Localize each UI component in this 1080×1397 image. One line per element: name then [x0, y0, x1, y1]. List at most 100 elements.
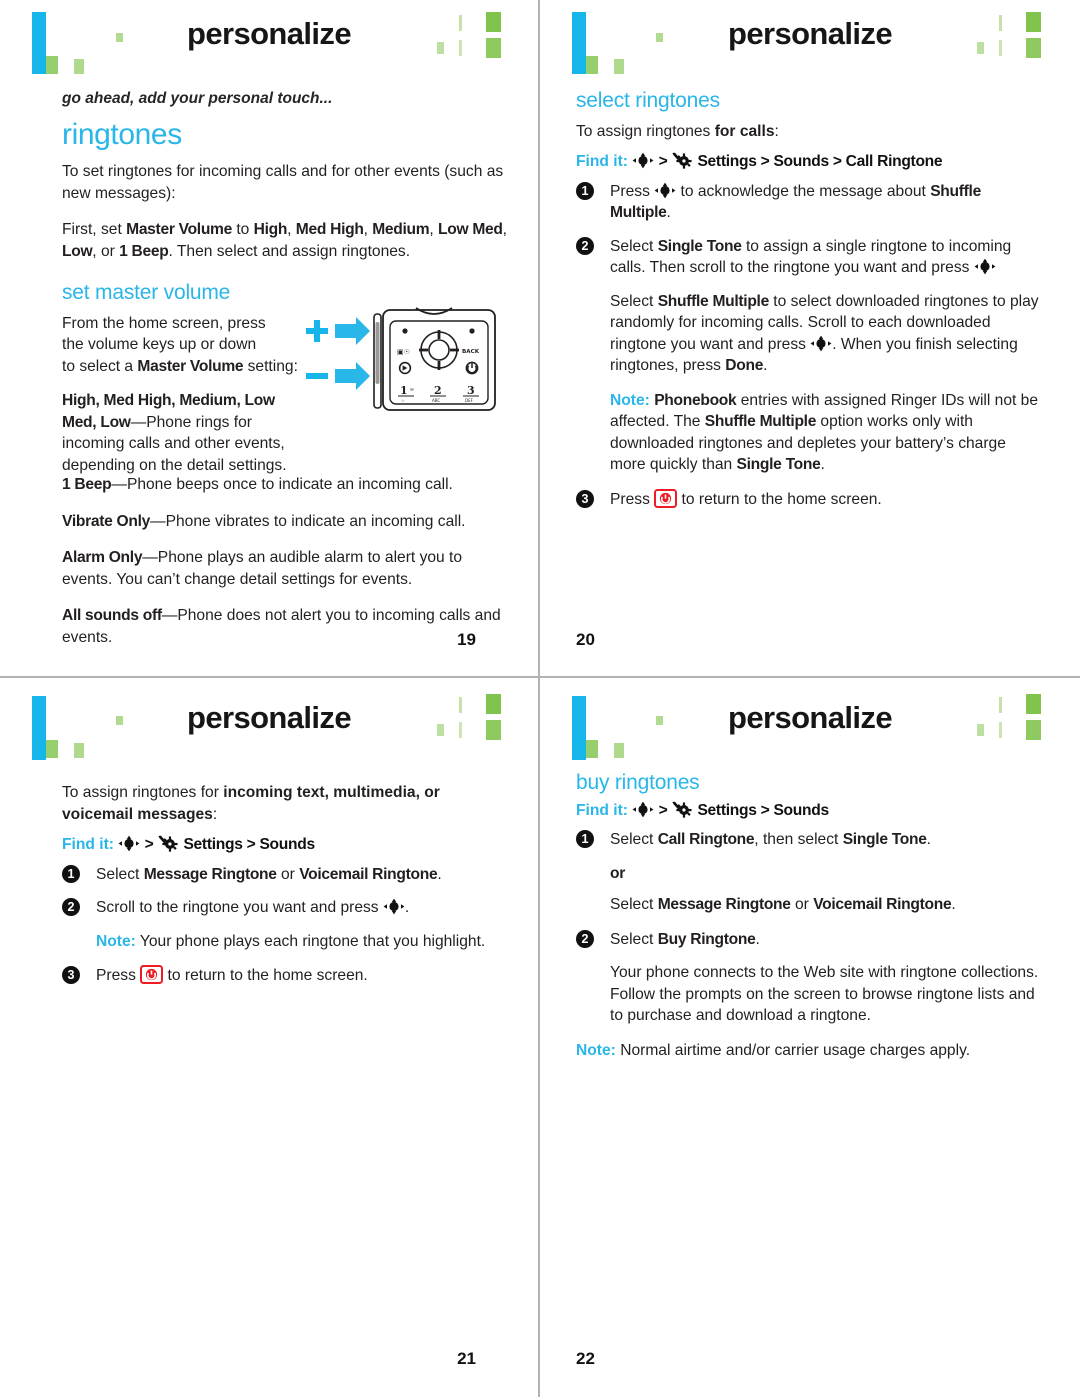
or-text: or: [610, 864, 625, 882]
svg-text:2: 2: [434, 384, 442, 397]
definition-term: All sounds off: [62, 607, 162, 624]
page-header: personalize: [0, 678, 538, 764]
find-it-path-row: Find it: > Settings > Sounds: [62, 835, 315, 853]
term-medium: Medium: [372, 221, 430, 238]
step-number: 1: [576, 181, 594, 200]
header-green-square: [586, 56, 598, 74]
step-number: 3: [576, 489, 594, 508]
nav-key-icon: [632, 801, 654, 817]
definition-text: —Phone beeps once to indicate an incomin…: [111, 476, 453, 493]
step-number: 2: [62, 898, 80, 916]
text-run: , or: [92, 242, 120, 260]
header-green-square: [74, 743, 84, 758]
master-volume-paragraph: First, set Master Volume to High, Med Hi…: [62, 221, 507, 260]
volume-up-icon: [306, 320, 328, 342]
header-green-square: [614, 59, 624, 74]
manual-sheet: personalize go ahead, add your personal …: [0, 0, 1080, 1397]
camera-key-icon: ▣☉: [397, 348, 410, 356]
page-number: 22: [576, 1349, 595, 1368]
emphasis-for-calls: for calls: [714, 122, 775, 140]
step-item: 1 Select Call Ringtone, then select Sing…: [576, 829, 1040, 851]
term-phonebook: Phonebook: [654, 391, 737, 409]
term-shuffle-multiple: Shuffle Multiple: [704, 413, 817, 430]
term-voicemail-ringtone: Voicemail Ringtone: [813, 896, 952, 913]
text-run: .: [763, 357, 768, 374]
subsection-heading: select ringtones: [576, 89, 720, 112]
text-run: Select: [96, 865, 144, 883]
settings-gear-icon: [158, 835, 178, 852]
nav-key-icon: [632, 152, 654, 169]
text-run: Select: [610, 831, 658, 848]
nav-key-icon: [118, 835, 140, 852]
step-number: 1: [62, 864, 80, 883]
note-text: Normal airtime and/or carrier usage char…: [615, 1041, 971, 1059]
keypad-number-row: 1 ✉ ☆ 2 ABC 3 DEF: [398, 384, 479, 403]
shuffle-multiple-paragraph: Select Shuffle Multiple to select downlo…: [576, 291, 1040, 377]
svg-text:1: 1: [400, 384, 408, 397]
definition-alarm-only: Alarm Only—Phone plays an audible alarm …: [62, 547, 508, 590]
section-heading: ringtones: [62, 117, 182, 151]
arrow-right-icon: [335, 362, 370, 390]
volume-instruction: From the home screen, press the volume k…: [62, 313, 302, 378]
settings-gear-icon: [672, 152, 692, 169]
step-item: 3 Press to return to the home screen.: [576, 488, 1040, 511]
steps-list: 1 Press to acknowledge the message about…: [576, 181, 1040, 279]
page-body: To assign ringtones for incoming text, m…: [0, 782, 538, 987]
term-med-high: Med High: [295, 221, 364, 238]
text-run: to select a: [62, 357, 138, 375]
text-run: to: [232, 221, 254, 238]
page-number: 20: [576, 630, 595, 649]
header-green-square: [46, 56, 58, 74]
manual-page-21: personalize To assign ringtones for inco…: [0, 678, 540, 1397]
term-message-ringtone: Message Ringtone: [657, 896, 791, 913]
text-run: or: [276, 865, 300, 883]
svg-text:ABC: ABC: [432, 398, 440, 403]
definition-all-sounds-off: All sounds off—Phone does not alert you …: [62, 605, 508, 648]
header-green-square: [74, 59, 84, 74]
steps-list-continued: 3 Press to return to the home screen.: [576, 488, 1040, 511]
text-run: the volume keys up or down: [62, 336, 257, 353]
power-end-key-icon: [140, 965, 164, 984]
svg-text:✉: ✉: [410, 388, 414, 393]
page-title: personalize: [728, 700, 893, 735]
term-message-ringtone: Message Ringtone: [143, 865, 277, 883]
find-it-path-row: Find it: > Settings > Sounds: [576, 801, 829, 819]
page-header: personalize: [540, 678, 1080, 764]
page-number: 19: [457, 630, 476, 649]
step-item: 2 Select Single Tone to assign a single …: [576, 236, 1040, 279]
find-it-label: Find it:: [576, 153, 628, 170]
note-label: Note:: [610, 391, 650, 409]
subsection-heading: set master volume: [62, 281, 231, 304]
arrow-right-icon: [335, 317, 370, 345]
volume-down-icon: [306, 373, 328, 379]
text-run: to return to the home screen.: [163, 967, 368, 984]
step-item: 2 Scroll to the ringtone you want and pr…: [62, 897, 508, 919]
find-it-path: Settings > Sounds: [697, 801, 829, 819]
term-single-tone: Single Tone: [736, 456, 821, 473]
term-single-tone: Single Tone: [842, 831, 927, 848]
text-run: . Then select and assign ringtones.: [168, 242, 411, 260]
term-done: Done: [725, 357, 764, 374]
manual-page-20: personalize select ringtones To assign r…: [540, 0, 1080, 678]
term-call-ringtone: Call Ringtone: [657, 831, 755, 848]
text-run: Scroll to the ringtone you want and pres…: [96, 899, 383, 916]
term-low: Low: [62, 242, 93, 260]
power-end-key-icon: [654, 488, 678, 508]
text-run: to return to the home screen.: [677, 490, 882, 508]
text-run: To assign ringtones for: [62, 784, 224, 801]
step-number: 3: [62, 966, 80, 984]
text-run: setting:: [243, 357, 298, 375]
text-run: .: [926, 831, 931, 848]
nav-key-icon: [383, 898, 405, 915]
text-run: .: [404, 899, 410, 916]
header-green-square: [614, 743, 624, 758]
term-high: High: [253, 221, 288, 238]
term-1-beep: 1 Beep: [119, 242, 169, 260]
text-run: First, set: [62, 221, 127, 238]
steps-list: 1 Select Message Ringtone or Voicemail R…: [62, 864, 508, 919]
term-shuffle-multiple: Shuffle Multiple: [657, 292, 770, 310]
tagline: go ahead, add your personal touch...: [62, 90, 333, 107]
step-item: 2 Select Buy Ringtone.: [576, 929, 1040, 951]
find-it-label: Find it:: [576, 801, 628, 819]
text-run: .: [666, 204, 671, 221]
